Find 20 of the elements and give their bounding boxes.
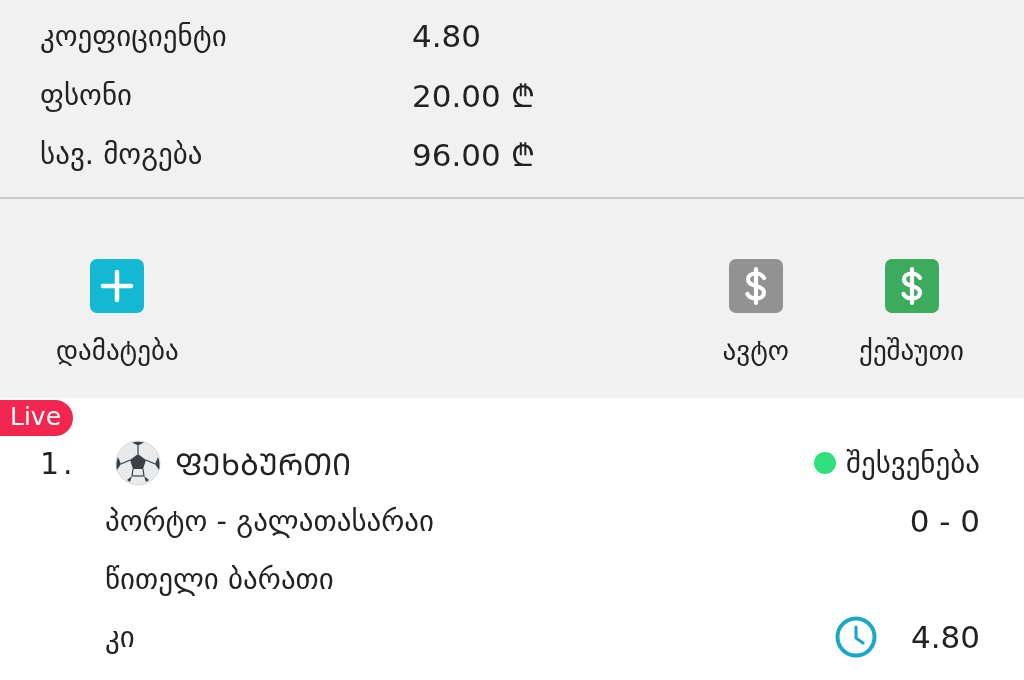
summary-value: 96.00 ₾ — [412, 135, 536, 175]
summary-label: კოეფიციენტი — [40, 18, 228, 53]
summary-value: 20.00 ₾ — [412, 76, 536, 116]
match-teams: პორტო - გალათასარაი — [105, 504, 435, 538]
summary-value: 4.80 — [412, 17, 483, 54]
bet-market: წითელი ბარათი — [105, 562, 334, 596]
cashout-button[interactable]: ქეშაუთი — [859, 259, 964, 366]
bet-odds: 4.80 — [910, 619, 980, 655]
add-button[interactable]: დამატება — [56, 259, 179, 366]
auto-button[interactable]: ავტო — [722, 259, 790, 366]
sport-name: ᲤᲔᲮᲑᲣᲠᲗᲘ — [175, 445, 351, 484]
clock-icon — [834, 616, 877, 658]
summary-label: სავ. მოგება — [40, 136, 204, 171]
match-status: შესვენება — [845, 446, 980, 480]
match-score: 0 - 0 — [909, 503, 980, 539]
live-badge: Live — [0, 400, 74, 436]
soccer-ball-icon — [115, 440, 161, 486]
bet-number: 1. — [40, 445, 78, 481]
bet-pick: კი — [105, 620, 135, 654]
summary-label: ფსონი — [40, 77, 134, 112]
